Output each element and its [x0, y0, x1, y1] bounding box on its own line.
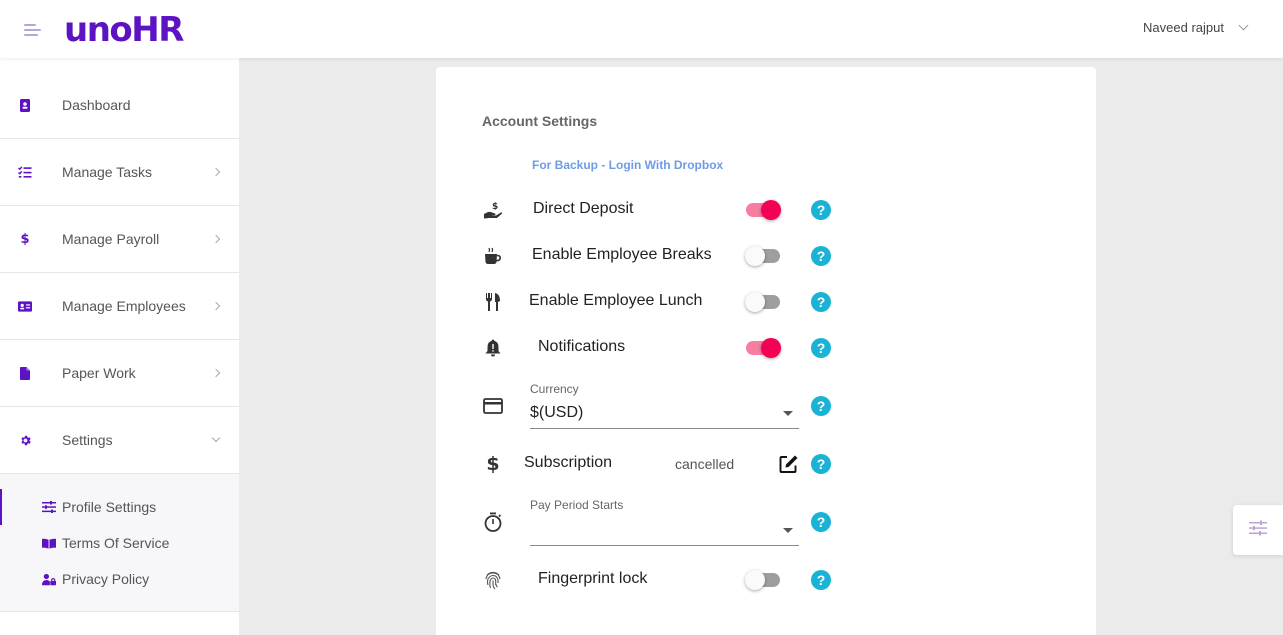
pay-period-field-label: Pay Period Starts — [530, 498, 624, 512]
sidebar-item-label: Manage Payroll — [62, 231, 160, 247]
help-icon[interactable]: ? — [811, 396, 831, 416]
sidebar-item-label: Paper Work — [62, 365, 136, 381]
help-icon[interactable]: ? — [811, 454, 831, 474]
sidebar-subitem-privacy-policy[interactable]: Privacy Policy — [0, 561, 239, 597]
sidebar-item-manage-employees[interactable]: Manage Employees — [0, 273, 239, 340]
currency-value: $(USD) — [530, 404, 584, 421]
pay-period-select[interactable]: Pay Period Starts — [530, 496, 799, 546]
help-icon[interactable]: ? — [811, 570, 831, 590]
sidebar-subitem-profile-settings[interactable]: Profile Settings — [0, 489, 239, 525]
chevron-right-icon — [211, 234, 221, 244]
fingerprint-lock-toggle[interactable] — [745, 570, 780, 590]
subscription-status: cancelled — [675, 456, 735, 472]
help-icon[interactable]: ? — [811, 246, 831, 266]
direct-deposit-label: Direct Deposit — [533, 200, 634, 217]
sidebar-item-label: Manage Tasks — [62, 164, 153, 180]
sidebar-item-label: Dashboard — [62, 97, 131, 113]
help-icon[interactable]: ? — [811, 200, 831, 220]
svg-text:$: $ — [492, 202, 498, 212]
sidebar-item-manage-tasks[interactable]: Manage Tasks — [0, 139, 239, 206]
user-lock-icon — [42, 572, 56, 586]
sliders-icon — [1249, 520, 1267, 541]
hand-holding-dollar-icon: $ — [482, 199, 504, 221]
stopwatch-icon — [482, 511, 504, 533]
sliders-icon — [42, 500, 56, 514]
dropbox-login-link[interactable]: For Backup - Login With Dropbox — [532, 158, 723, 172]
book-icon — [42, 536, 56, 550]
settings-card: Account Settings For Backup - Login With… — [436, 67, 1096, 635]
sidebar-subitem-label: Privacy Policy — [62, 571, 150, 587]
customizer-button[interactable] — [1233, 505, 1283, 555]
menu-toggle-icon[interactable] — [24, 24, 41, 37]
sidebar-item-paper-work[interactable]: Paper Work — [0, 340, 239, 407]
help-icon[interactable]: ? — [811, 512, 831, 532]
dollar-icon: $ — [486, 453, 500, 475]
section-title: Account Settings — [482, 113, 598, 129]
fingerprint-lock-label: Fingerprint lock — [538, 570, 648, 587]
settings-submenu: Profile Settings Terms Of Service Privac… — [0, 474, 239, 612]
sidebar-item-settings[interactable]: Settings — [0, 407, 239, 474]
caret-down-icon — [783, 528, 793, 533]
sidebar-item-label: Manage Employees — [62, 298, 186, 314]
employee-lunch-toggle[interactable] — [745, 292, 780, 312]
app-logo[interactable]: unoHR — [64, 8, 184, 52]
sidebar-subitem-terms-of-service[interactable]: Terms Of Service — [0, 525, 239, 561]
chevron-down-icon — [1238, 20, 1249, 31]
credit-card-icon — [482, 395, 504, 417]
chevron-right-icon — [211, 368, 221, 378]
chevron-right-icon — [211, 301, 221, 311]
sidebar-item-dashboard[interactable]: Dashboard — [0, 72, 239, 139]
help-icon[interactable]: ? — [811, 338, 831, 358]
sidebar: Dashboard Manage Tasks $ Manage Payroll … — [0, 58, 239, 635]
top-bar: unoHR Naveed rajput — [0, 0, 1283, 58]
help-icon[interactable]: ? — [811, 292, 831, 312]
sidebar-item-label: Settings — [62, 432, 113, 448]
contact-book-icon — [18, 98, 32, 112]
checklist-icon — [18, 165, 32, 179]
gear-icon — [18, 433, 32, 447]
caret-down-icon — [783, 411, 793, 416]
notifications-toggle[interactable] — [746, 338, 781, 358]
notifications-label: Notifications — [538, 338, 626, 355]
bell-alert-icon — [482, 337, 504, 359]
id-card-icon — [18, 299, 32, 313]
user-menu[interactable]: Naveed rajput — [1143, 20, 1249, 35]
employee-breaks-label: Enable Employee Breaks — [532, 246, 712, 263]
chevron-down-icon — [211, 433, 221, 443]
sidebar-subitem-label: Profile Settings — [62, 499, 157, 515]
coffee-cup-icon — [482, 245, 504, 267]
utensils-icon — [482, 291, 504, 313]
sidebar-item-manage-payroll[interactable]: $ Manage Payroll — [0, 206, 239, 273]
subscription-label: Subscription — [524, 454, 613, 471]
fingerprint-icon — [482, 569, 504, 591]
user-name: Naveed rajput — [1143, 20, 1224, 35]
sidebar-subitem-label: Terms Of Service — [62, 535, 170, 551]
employee-breaks-toggle[interactable] — [745, 246, 780, 266]
edit-icon[interactable] — [779, 454, 799, 474]
direct-deposit-toggle[interactable] — [746, 200, 781, 220]
currency-select[interactable]: Currency $(USD) — [530, 380, 799, 429]
dollar-icon: $ — [20, 231, 30, 247]
employee-lunch-label: Enable Employee Lunch — [529, 292, 703, 309]
chevron-right-icon — [211, 167, 221, 177]
currency-field-label: Currency — [530, 382, 579, 396]
document-icon — [18, 366, 32, 380]
